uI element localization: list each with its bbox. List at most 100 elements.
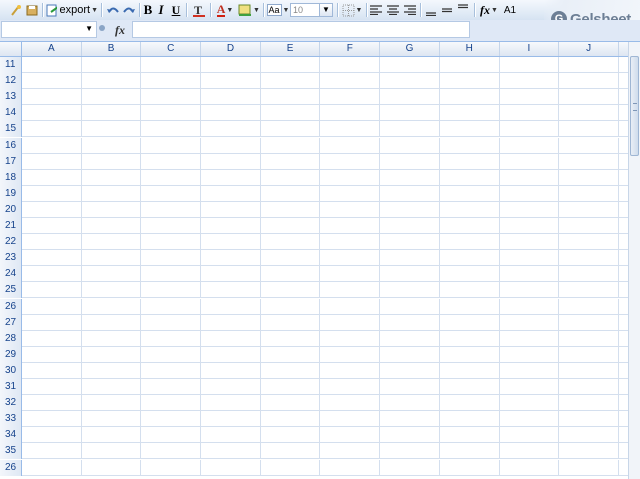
grid-cell[interactable] bbox=[559, 201, 619, 218]
column-header[interactable]: F bbox=[321, 42, 381, 56]
grid-cell[interactable] bbox=[82, 73, 142, 90]
grid-cell[interactable] bbox=[321, 266, 381, 283]
grid-cell[interactable] bbox=[559, 121, 619, 138]
grid-cell[interactable] bbox=[500, 282, 560, 299]
grid-cell[interactable] bbox=[261, 201, 321, 218]
font-color-button[interactable]: A ▼ bbox=[214, 2, 236, 18]
grid-cell[interactable] bbox=[500, 459, 560, 476]
grid-cell[interactable] bbox=[22, 121, 82, 138]
row-header[interactable]: 16 bbox=[0, 137, 22, 154]
grid-cell[interactable] bbox=[22, 443, 82, 460]
row-header[interactable]: 22 bbox=[0, 234, 22, 251]
row-header[interactable]: 27 bbox=[0, 314, 22, 331]
grid-cell[interactable] bbox=[261, 282, 321, 299]
underline-button[interactable]: U bbox=[169, 2, 183, 18]
grid-cell[interactable] bbox=[22, 73, 82, 90]
grid-cell[interactable] bbox=[380, 218, 440, 234]
align-left-button[interactable] bbox=[369, 2, 383, 18]
font-size-select[interactable]: 10 ▼ bbox=[290, 2, 333, 18]
align-right-button[interactable] bbox=[403, 2, 417, 18]
grid-cell[interactable] bbox=[22, 234, 82, 251]
grid-cell[interactable] bbox=[440, 121, 500, 138]
grid-cell[interactable] bbox=[261, 73, 321, 90]
grid-cell[interactable] bbox=[559, 185, 619, 202]
grid-cell[interactable] bbox=[22, 330, 82, 347]
grid-cell[interactable] bbox=[440, 169, 500, 186]
grid-cell[interactable] bbox=[261, 379, 321, 395]
italic-button[interactable]: I bbox=[155, 2, 167, 18]
grid-cell[interactable] bbox=[22, 362, 82, 379]
grid-cell[interactable] bbox=[261, 395, 321, 412]
grid-cell[interactable] bbox=[559, 443, 619, 460]
grid-cell[interactable] bbox=[141, 395, 202, 412]
grid-cell[interactable] bbox=[201, 266, 261, 283]
grid-cell[interactable] bbox=[201, 153, 261, 170]
grid-cell[interactable] bbox=[22, 266, 82, 283]
column-header[interactable]: G bbox=[380, 42, 440, 56]
new-sheet-icon[interactable] bbox=[8, 2, 24, 18]
grid-cell[interactable] bbox=[440, 57, 500, 73]
grid-cell[interactable] bbox=[559, 346, 619, 363]
grid-cell[interactable] bbox=[201, 314, 261, 331]
row-header[interactable]: 35 bbox=[0, 443, 22, 460]
grid-cell[interactable] bbox=[559, 282, 619, 299]
grid-cell[interactable] bbox=[321, 218, 381, 234]
grid-cell[interactable] bbox=[440, 330, 500, 347]
grid-cell[interactable] bbox=[500, 57, 560, 73]
grid-cell[interactable] bbox=[261, 57, 321, 73]
name-box[interactable]: ▼ bbox=[1, 21, 97, 38]
grid-cell[interactable] bbox=[201, 73, 261, 90]
grid-cell[interactable] bbox=[440, 218, 500, 234]
grid-cell[interactable] bbox=[82, 330, 142, 347]
grid-cell[interactable] bbox=[321, 121, 381, 138]
grid-cell[interactable] bbox=[500, 185, 560, 202]
grid-cell[interactable] bbox=[500, 395, 560, 412]
grid-cell[interactable] bbox=[380, 73, 440, 90]
grid-cell[interactable] bbox=[321, 314, 381, 331]
grid-cell[interactable] bbox=[201, 379, 261, 395]
grid-cell[interactable] bbox=[380, 395, 440, 412]
formula-input[interactable] bbox=[132, 21, 470, 38]
grid-cell[interactable] bbox=[559, 57, 619, 73]
grid-cell[interactable] bbox=[559, 250, 619, 267]
grid-cell[interactable] bbox=[500, 89, 560, 106]
grid-cell[interactable] bbox=[261, 250, 321, 267]
grid-cell[interactable] bbox=[380, 282, 440, 299]
grid-cell[interactable] bbox=[321, 427, 381, 444]
grid-cell[interactable] bbox=[380, 169, 440, 186]
row-header[interactable]: 30 bbox=[0, 362, 22, 379]
grid-cell[interactable] bbox=[321, 137, 381, 154]
grid-cell[interactable] bbox=[440, 298, 500, 315]
grid-cell[interactable] bbox=[201, 169, 261, 186]
grid-cell[interactable] bbox=[141, 411, 202, 428]
valign-bottom-button[interactable] bbox=[424, 2, 438, 18]
grid-cell[interactable] bbox=[500, 427, 560, 444]
grid-cell[interactable] bbox=[261, 153, 321, 170]
grid-cell[interactable] bbox=[321, 234, 381, 251]
grid-cell[interactable] bbox=[500, 379, 560, 395]
fill-color-button[interactable]: ▼ bbox=[238, 2, 260, 18]
grid-cell[interactable] bbox=[321, 282, 381, 299]
grid-cell[interactable] bbox=[559, 73, 619, 90]
grid-cell[interactable] bbox=[201, 282, 261, 299]
grid-cell[interactable] bbox=[201, 459, 261, 476]
grid-cell[interactable] bbox=[201, 346, 261, 363]
column-header[interactable]: D bbox=[201, 42, 261, 56]
grid-cell[interactable] bbox=[82, 282, 142, 299]
grid-cell[interactable] bbox=[261, 105, 321, 122]
grid-cell[interactable] bbox=[500, 298, 560, 315]
chevron-down-icon[interactable]: ▼ bbox=[85, 24, 93, 33]
grid-cell[interactable] bbox=[141, 201, 202, 218]
row-header[interactable]: 15 bbox=[0, 121, 22, 138]
row-header[interactable]: 17 bbox=[0, 153, 22, 170]
grid-cell[interactable] bbox=[201, 89, 261, 106]
grid-cell[interactable] bbox=[261, 89, 321, 106]
grid-cell[interactable] bbox=[261, 411, 321, 428]
grid-cell[interactable] bbox=[22, 218, 82, 234]
grid-cell[interactable] bbox=[380, 362, 440, 379]
grid-cell[interactable] bbox=[261, 459, 321, 476]
grid-cell[interactable] bbox=[440, 379, 500, 395]
grid-cell[interactable] bbox=[500, 330, 560, 347]
grid-cell[interactable] bbox=[321, 346, 381, 363]
grid-cell[interactable] bbox=[380, 89, 440, 106]
